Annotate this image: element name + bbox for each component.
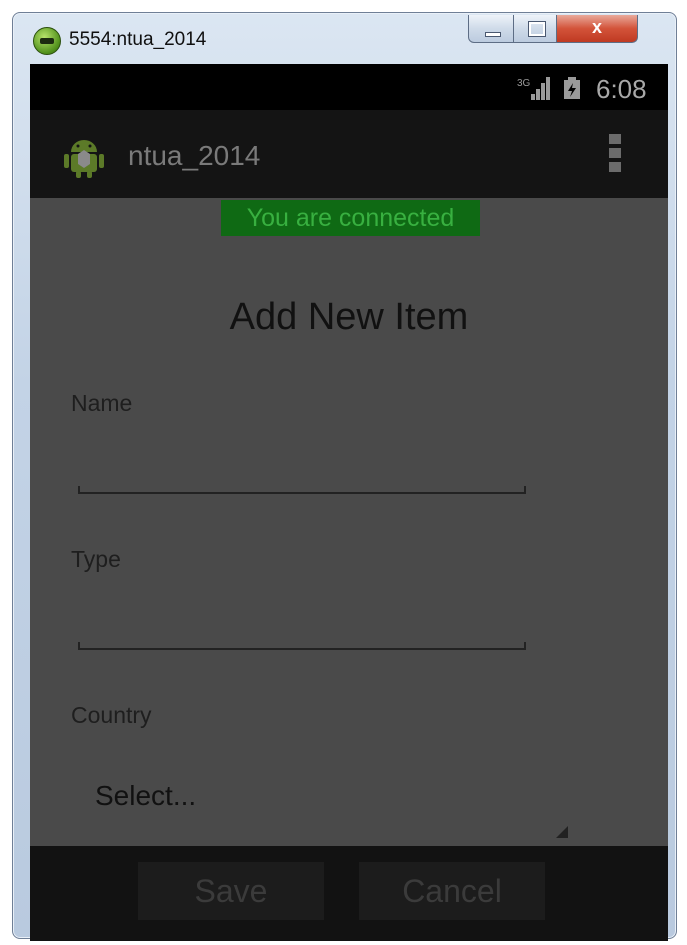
form-title: Add New Item [229, 296, 469, 338]
country-label: Country [71, 702, 152, 728]
name-input[interactable] [78, 452, 530, 490]
country-selected-value: Select... [95, 780, 197, 811]
minimize-icon [485, 32, 501, 37]
app-title: ntua_2014 [128, 140, 261, 171]
type-field[interactable] [78, 608, 530, 650]
dropdown-corner-icon [556, 826, 568, 838]
save-button[interactable]: Save [138, 862, 324, 920]
maximize-icon [528, 21, 546, 37]
type-input[interactable] [78, 608, 530, 646]
signal-3g-icon: 3G [517, 77, 550, 100]
maximize-button[interactable] [513, 15, 557, 43]
network-type-label: 3G [517, 78, 531, 89]
connection-status-banner: You are connected [221, 200, 480, 236]
country-spinner[interactable]: Select... [78, 764, 568, 840]
battery-icon [564, 77, 580, 99]
close-icon: x [591, 17, 602, 37]
name-field[interactable] [78, 452, 530, 494]
close-button[interactable]: x [556, 15, 638, 43]
device-screen: 3G 6:08 ntua_2014 You are connected Add … [30, 64, 668, 941]
window-title: 5554:ntua_2014 [69, 29, 207, 50]
cancel-button[interactable]: Cancel [359, 862, 545, 920]
emulator-app-icon [33, 27, 61, 55]
window-titlebar[interactable]: 5554:ntua_2014 x [13, 13, 676, 65]
action-bar: ntua_2014 [30, 110, 668, 198]
button-bar: Save Cancel [30, 846, 668, 941]
status-bar: 3G 6:08 [30, 64, 668, 110]
type-label: Type [71, 546, 121, 572]
overflow-menu-icon[interactable] [609, 134, 623, 178]
status-clock: 6:08 [596, 74, 647, 104]
name-label: Name [71, 390, 133, 416]
android-robot-icon[interactable] [62, 134, 106, 178]
minimize-button[interactable] [468, 15, 514, 43]
